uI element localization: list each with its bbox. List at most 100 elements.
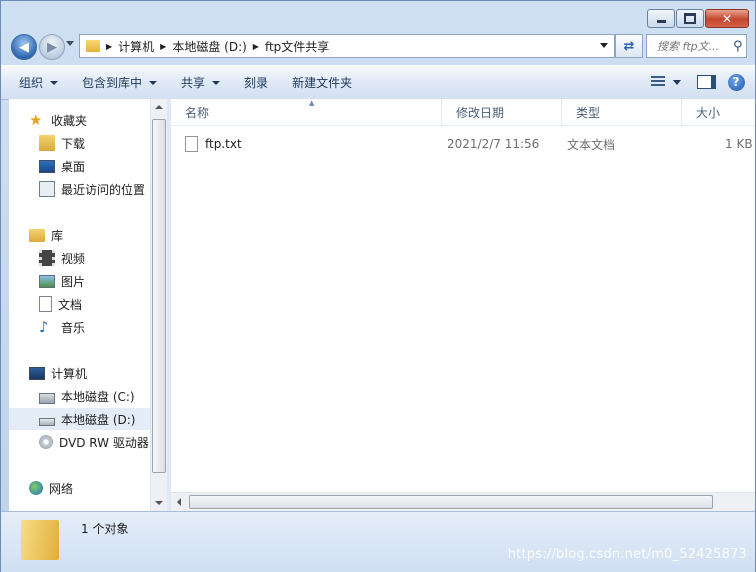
column-size[interactable]: 大小 bbox=[682, 99, 756, 125]
nav-drive-d[interactable]: 本地磁盘 (D:) bbox=[9, 408, 150, 430]
preview-pane-icon bbox=[696, 75, 716, 89]
scroll-down-icon[interactable] bbox=[155, 501, 163, 505]
scroll-up-icon[interactable] bbox=[155, 105, 163, 109]
share-label: 共享 bbox=[181, 76, 206, 90]
new-folder-button[interactable]: 新建文件夹 bbox=[283, 71, 361, 95]
nav-downloads[interactable]: 下载 bbox=[39, 132, 85, 154]
nav-music-label: 音乐 bbox=[61, 320, 86, 335]
details-view-icon bbox=[651, 76, 665, 88]
close-icon: ✕ bbox=[721, 11, 733, 26]
search-input[interactable] bbox=[655, 38, 733, 54]
refresh-icon: ⇄ bbox=[623, 38, 635, 54]
column-name-label: 名称 bbox=[185, 105, 210, 120]
system-drive-icon bbox=[39, 393, 55, 404]
include-in-library-label: 包含到库中 bbox=[82, 76, 143, 90]
maximize-button[interactable] bbox=[676, 9, 704, 28]
nav-favorites[interactable]: ★ 收藏夹 bbox=[29, 109, 87, 131]
nav-recent-label: 最近访问的位置 bbox=[61, 182, 146, 197]
nav-computer-label: 计算机 bbox=[51, 366, 88, 381]
star-icon: ★ bbox=[29, 111, 43, 129]
file-size: 1 KB bbox=[725, 137, 753, 151]
breadcrumb-computer[interactable]: 计算机 bbox=[118, 38, 154, 55]
navigation-scrollbar[interactable] bbox=[150, 99, 167, 511]
file-list-pane: ▲ 名称 修改日期 类型 大小 ftp.txt 2021/2/7 11:56 文… bbox=[171, 99, 755, 511]
dvd-drive-icon bbox=[39, 435, 53, 449]
file-row[interactable]: ftp.txt 2021/2/7 11:56 文本文档 1 KB bbox=[185, 133, 756, 155]
library-icon bbox=[29, 228, 45, 242]
preview-pane-button[interactable] bbox=[695, 71, 717, 93]
explorer-window: ✕ ◀ ▶ ▶ 计算机 ▶ 本地磁盘 (D:) ▶ ftp文件共享 ⇄ ⚲ 组织… bbox=[0, 0, 756, 572]
column-modified[interactable]: 修改日期 bbox=[442, 99, 562, 125]
search-icon[interactable]: ⚲ bbox=[733, 39, 743, 54]
nav-drive-c[interactable]: 本地磁盘 (C:) bbox=[39, 385, 135, 407]
refresh-button[interactable]: ⇄ bbox=[615, 34, 643, 58]
back-button[interactable]: ◀ bbox=[11, 34, 37, 60]
nav-network-label: 网络 bbox=[49, 481, 74, 496]
breadcrumb-ftp-folder[interactable]: ftp文件共享 bbox=[265, 38, 329, 55]
search-box[interactable]: ⚲ bbox=[646, 34, 747, 58]
breadcrumb-drive-d[interactable]: 本地磁盘 (D:) bbox=[172, 38, 246, 55]
nav-recent[interactable]: 最近访问的位置 bbox=[39, 178, 145, 200]
address-bar[interactable]: ▶ 计算机 ▶ 本地磁盘 (D:) ▶ ftp文件共享 bbox=[79, 34, 615, 58]
text-file-icon bbox=[185, 136, 198, 152]
nav-desktop-label: 桌面 bbox=[61, 159, 86, 174]
nav-downloads-label: 下载 bbox=[61, 136, 86, 151]
nav-documents-label: 文档 bbox=[58, 297, 83, 312]
breadcrumb: ▶ 计算机 ▶ 本地磁盘 (D:) ▶ ftp文件共享 bbox=[100, 38, 329, 55]
nav-libraries[interactable]: 库 bbox=[29, 224, 63, 246]
nav-videos-label: 视频 bbox=[61, 251, 86, 266]
chevron-down-icon bbox=[212, 80, 221, 85]
breadcrumb-separator-icon[interactable]: ▶ bbox=[106, 42, 112, 51]
horizontal-scrollbar[interactable] bbox=[171, 492, 755, 511]
organize-menu[interactable]: 组织 bbox=[10, 71, 67, 95]
pictures-icon bbox=[39, 274, 55, 288]
downloads-folder-icon bbox=[39, 135, 55, 151]
new-folder-label: 新建文件夹 bbox=[292, 76, 353, 90]
burn-label: 刻录 bbox=[244, 76, 269, 90]
column-type[interactable]: 类型 bbox=[562, 99, 682, 125]
forward-arrow-icon: ▶ bbox=[47, 39, 57, 55]
nav-videos[interactable]: 视频 bbox=[39, 247, 85, 269]
main-content: ★ 收藏夹 下载 桌面 最近访问的位置 库 视频 图片 文档 ♪ 音乐 计算机 … bbox=[9, 99, 755, 511]
nav-computer[interactable]: 计算机 bbox=[29, 362, 87, 384]
column-header-row: ▲ 名称 修改日期 类型 大小 bbox=[171, 99, 755, 126]
maximize-icon bbox=[684, 13, 696, 24]
recent-pages-dropdown[interactable] bbox=[66, 41, 74, 46]
nav-network[interactable]: 网络 bbox=[29, 477, 73, 499]
computer-icon bbox=[29, 366, 45, 380]
folder-icon bbox=[86, 40, 100, 52]
forward-button[interactable]: ▶ bbox=[39, 34, 65, 60]
view-dropdown-icon[interactable] bbox=[673, 79, 681, 85]
file-type: 文本文档 bbox=[567, 137, 616, 152]
navigation-scroll-thumb[interactable] bbox=[152, 119, 166, 473]
scroll-left-icon[interactable] bbox=[177, 498, 181, 506]
organize-label: 组织 bbox=[19, 76, 44, 90]
nav-music[interactable]: ♪ 音乐 bbox=[39, 316, 85, 338]
column-name[interactable]: 名称 bbox=[171, 99, 442, 125]
address-dropdown-icon[interactable] bbox=[600, 43, 608, 48]
nav-libraries-label: 库 bbox=[51, 228, 64, 243]
minimize-icon bbox=[656, 20, 666, 23]
horizontal-scroll-thumb[interactable] bbox=[189, 495, 713, 509]
include-in-library-menu[interactable]: 包含到库中 bbox=[73, 71, 166, 95]
nav-pictures[interactable]: 图片 bbox=[39, 270, 85, 292]
column-size-label: 大小 bbox=[696, 105, 721, 120]
back-arrow-icon: ◀ bbox=[19, 39, 29, 55]
minimize-button[interactable] bbox=[647, 9, 675, 28]
desktop-icon bbox=[39, 159, 55, 173]
breadcrumb-separator-icon[interactable]: ▶ bbox=[253, 42, 259, 51]
view-options-button[interactable] bbox=[647, 71, 669, 93]
close-button[interactable]: ✕ bbox=[705, 9, 749, 28]
nav-dvd[interactable]: DVD RW 驱动器 bbox=[39, 431, 149, 453]
window-controls: ✕ bbox=[646, 9, 749, 28]
help-button[interactable]: ? bbox=[725, 71, 747, 93]
nav-documents[interactable]: 文档 bbox=[39, 293, 82, 315]
file-modified: 2021/2/7 11:56 bbox=[447, 137, 540, 151]
breadcrumb-separator-icon[interactable]: ▶ bbox=[160, 42, 166, 51]
burn-button[interactable]: 刻录 bbox=[235, 71, 277, 95]
recent-places-icon bbox=[39, 181, 55, 197]
nav-desktop[interactable]: 桌面 bbox=[39, 155, 85, 177]
share-menu[interactable]: 共享 bbox=[172, 71, 229, 95]
item-count: 1 个对象 bbox=[81, 522, 129, 536]
toolbar-right: ? bbox=[639, 71, 747, 93]
